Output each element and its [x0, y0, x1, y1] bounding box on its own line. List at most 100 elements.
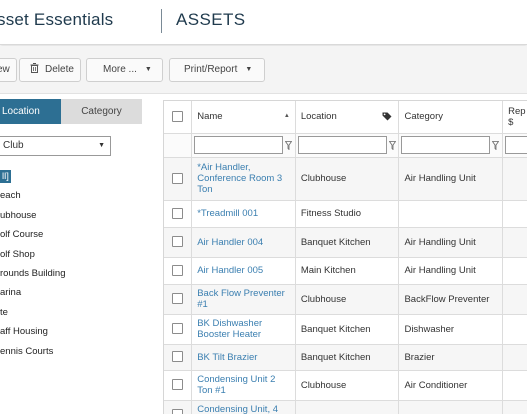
cell-rep — [502, 257, 527, 285]
asset-name-link[interactable]: *Treadmill 001 — [197, 208, 258, 219]
cell-rep — [502, 314, 527, 345]
cell-category: Brazier — [398, 344, 504, 371]
cell-rep — [502, 200, 527, 228]
caret-down-icon: ▼ — [144, 66, 152, 73]
tree-item-label: arina — [0, 287, 22, 299]
asset-name-link[interactable]: BK Dishwasher Booster Heater — [197, 318, 262, 340]
name-filter-input[interactable] — [194, 136, 284, 154]
cell-rep — [502, 284, 527, 315]
delete-button[interactable]: Delete — [19, 58, 81, 82]
cell-location: Banquet Kitchen — [295, 314, 400, 345]
row-checkbox[interactable] — [172, 323, 184, 335]
asset-name-link[interactable]: BK Tilt Brazier — [197, 352, 257, 363]
row-checkbox[interactable] — [172, 409, 184, 414]
asset-name-link[interactable]: Air Handler 004 — [197, 237, 263, 248]
cell-category: Air Handling Unit — [398, 257, 504, 285]
location-filter-input[interactable] — [297, 136, 387, 154]
cell-category: Air Handling Unit — [398, 157, 504, 201]
cell-location: Fitness Studio — [295, 200, 400, 228]
row-checkbox[interactable] — [172, 379, 184, 391]
tree-item[interactable]: arina — [0, 283, 160, 302]
asset-name-link[interactable]: Air Handler 005 — [197, 265, 263, 276]
row-checkbox-cell — [164, 157, 193, 201]
table-row[interactable]: Air Handler 004 Banquet Kitchen Air Hand… — [164, 227, 527, 258]
cell-rep — [502, 400, 527, 414]
filter-cell-category — [398, 133, 504, 158]
table-row[interactable]: BK Tilt Brazier Banquet Kitchen Brazier — [164, 344, 527, 371]
tree-item[interactable]: aff Housing — [0, 322, 160, 341]
category-filter-input[interactable] — [401, 136, 491, 154]
new-button-label: ew — [0, 64, 10, 75]
row-checkbox[interactable] — [172, 172, 184, 184]
cell-location: Banquet Kitchen — [295, 344, 400, 371]
table-row[interactable]: *Air Handler, Conference Room 3 Ton Club… — [164, 157, 527, 201]
asset-name-link[interactable]: *Air Handler, Conference Room 3 Ton — [197, 162, 282, 195]
cell-category — [398, 400, 504, 414]
row-checkbox[interactable] — [172, 351, 184, 363]
column-header-name[interactable]: Name ▲ — [191, 101, 296, 134]
new-button[interactable]: ew — [0, 58, 17, 82]
filter-row — [164, 133, 527, 158]
row-checkbox-cell — [164, 370, 193, 401]
table-row[interactable]: BK Dishwasher Booster Heater Banquet Kit… — [164, 314, 527, 345]
column-header-category-label: Category — [404, 111, 444, 123]
asset-name-link[interactable]: Condensing Unit, 4 Ton — [197, 404, 278, 414]
assets-grid: Name ▲ Location Category Rep $ *Air Handle… — [163, 100, 527, 414]
table-row[interactable]: Air Handler 005 Main Kitchen Air Handlin… — [164, 257, 527, 285]
filter-cell-empty — [164, 133, 193, 158]
cell-rep — [502, 157, 527, 201]
select-all-checkbox[interactable] — [172, 111, 184, 123]
cell-name: *Air Handler, Conference Room 3 Ton — [191, 157, 296, 201]
column-header-rep-unit: $ — [508, 116, 514, 128]
row-checkbox-cell — [164, 400, 193, 414]
row-checkbox-cell — [164, 257, 193, 285]
cell-location — [295, 400, 400, 414]
cell-name: Back Flow Preventer #1 — [191, 284, 296, 315]
filter-funnel-icon[interactable] — [388, 140, 396, 150]
row-checkbox[interactable] — [172, 264, 184, 276]
table-row[interactable]: Back Flow Preventer #1 Clubhouse BackFlo… — [164, 284, 527, 315]
location-select-value: Club — [3, 140, 24, 151]
row-checkbox[interactable] — [172, 293, 184, 305]
print-report-button[interactable]: Print/Report ▼ — [169, 58, 265, 82]
filter-funnel-icon[interactable] — [492, 140, 500, 150]
tree-item[interactable]: ennis Courts — [0, 342, 160, 361]
filter-funnel-icon[interactable] — [285, 140, 293, 150]
tab-category[interactable]: Category — [61, 99, 142, 124]
cell-name: Air Handler 005 — [191, 257, 296, 285]
table-row[interactable]: Condensing Unit 2 Ton #1 Clubhouse Air C… — [164, 370, 527, 401]
filter-cell-name — [191, 133, 296, 158]
location-select[interactable]: Club ▼ — [0, 136, 111, 156]
tree-item[interactable]: each — [0, 186, 160, 205]
cell-location: Clubhouse — [295, 284, 400, 315]
column-header-rep[interactable]: Rep $ — [502, 101, 527, 134]
row-checkbox[interactable] — [172, 207, 184, 219]
table-row[interactable]: *Treadmill 001 Fitness Studio — [164, 200, 527, 228]
column-header-location-label: Location — [300, 111, 337, 123]
header-row: Name ▲ Location Category Rep $ — [164, 101, 527, 134]
rep-filter-input[interactable] — [505, 136, 527, 154]
tab-location[interactable]: Location — [0, 99, 61, 124]
tree-item[interactable]: olf Course — [0, 225, 160, 244]
cell-location: Banquet Kitchen — [295, 227, 400, 258]
tree-item[interactable]: ll] — [0, 167, 160, 186]
filter-cell-location — [295, 133, 400, 158]
cell-location: Clubhouse — [295, 370, 400, 401]
asset-name-link[interactable]: Condensing Unit 2 Ton #1 — [197, 374, 275, 396]
table-row[interactable]: Condensing Unit, 4 Ton — [164, 400, 527, 414]
tree-item[interactable]: ubhouse — [0, 206, 160, 225]
asset-name-link[interactable]: Back Flow Preventer #1 — [197, 288, 285, 310]
cell-rep — [502, 344, 527, 371]
cell-name: *Treadmill 001 — [191, 200, 296, 228]
tree-item-label: ubhouse — [0, 209, 37, 221]
more-button[interactable]: More ... ▼ — [86, 58, 163, 82]
cell-name: Air Handler 004 — [191, 227, 296, 258]
tree-item[interactable]: rounds Building — [0, 264, 160, 283]
column-header-category[interactable]: Category — [398, 101, 504, 134]
tag-icon — [382, 112, 392, 121]
row-checkbox[interactable] — [172, 236, 184, 248]
tree-item[interactable]: te — [0, 303, 160, 322]
column-header-location[interactable]: Location — [295, 101, 400, 134]
tree-item[interactable]: olf Shop — [0, 245, 160, 264]
row-checkbox-cell — [164, 284, 193, 315]
